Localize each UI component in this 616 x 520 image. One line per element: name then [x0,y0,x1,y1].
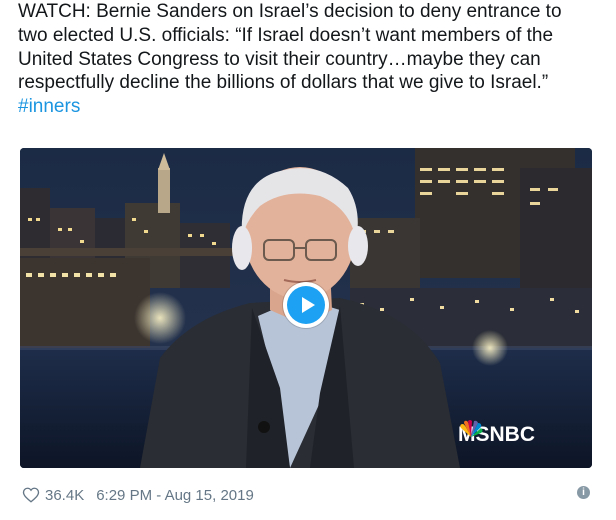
tweet-timestamp[interactable]: 6:29 PM - Aug 15, 2019 [96,487,254,504]
network-watermark: MSNBC [458,420,535,450]
tweet-text-line: respectfully decline the billions of dol… [18,72,549,94]
tweet-footer: 36.4K 6:29 PM - Aug 15, 2019 i [22,483,596,507]
tweet-text: WATCH: Bernie Sanders on Israel’s decisi… [18,0,608,119]
play-icon [287,286,325,324]
tweet-text-line: United States Congress to visit their co… [18,48,541,70]
heart-icon [22,487,40,503]
hashtag-link[interactable]: #inners [18,95,608,119]
like-count: 36.4K [45,486,85,504]
play-button[interactable] [283,282,329,328]
video-player[interactable]: MSNBC [20,148,592,468]
info-icon[interactable]: i [577,486,590,499]
like-button[interactable]: 36.4K [22,486,84,504]
tweet-text-line: two elected U.S. officials: “If Israel d… [18,24,554,46]
tweet-text-line: WATCH: Bernie Sanders on Israel’s decisi… [18,1,562,22]
peacock-icon [460,420,483,437]
